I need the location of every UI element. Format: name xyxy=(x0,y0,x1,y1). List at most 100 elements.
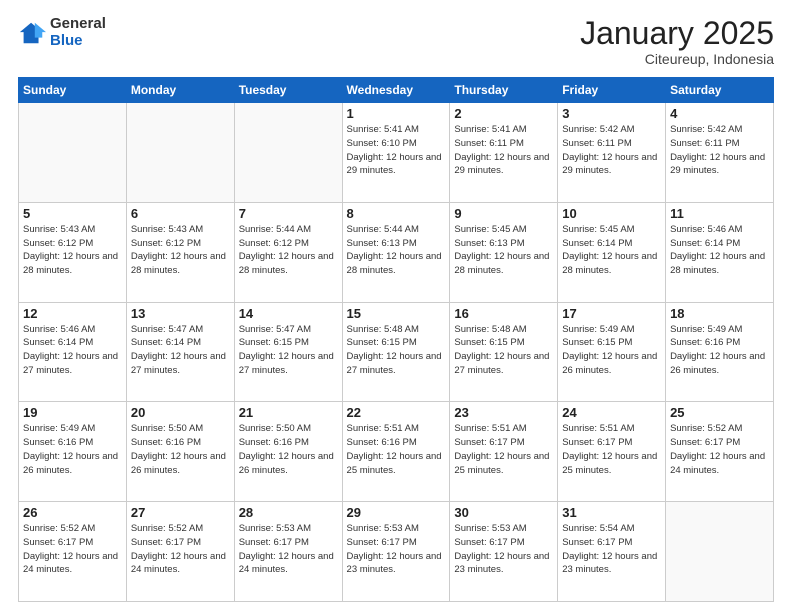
logo-general: General xyxy=(50,16,106,33)
calendar-cell: 13Sunrise: 5:47 AM Sunset: 6:14 PM Dayli… xyxy=(126,302,234,402)
calendar-cell: 5 Sunrise: 5:43 AM Sunset: 6:12 PM Daylig… xyxy=(19,202,127,302)
week-row-4: 19 Sunrise: 5:49 AM Sunset: 6:16 PM Dayli… xyxy=(19,402,774,502)
day-number: 2 xyxy=(454,106,553,121)
calendar-cell: 11 Sunrise: 5:46 AM Sunset: 6:14 PM Dayli… xyxy=(666,202,774,302)
day-number: 27 xyxy=(131,505,230,520)
col-monday: Monday xyxy=(126,78,234,103)
day-info: Sunrise: 5:46 AM Sunset: 6:14 PM Dayligh… xyxy=(670,223,769,278)
col-thursday: Thursday xyxy=(450,78,558,103)
calendar-cell: 8 Sunrise: 5:44 AM Sunset: 6:13 PM Daylig… xyxy=(342,202,450,302)
calendar-cell: 29 Sunrise: 5:53 AM Sunset: 6:17 PM Dayli… xyxy=(342,502,450,602)
day-number: 28 xyxy=(239,505,338,520)
day-number: 17 xyxy=(562,306,661,321)
day-number: 4 xyxy=(670,106,769,121)
calendar-cell xyxy=(234,103,342,203)
calendar-table: Sunday Monday Tuesday Wednesday Thursday… xyxy=(18,77,774,602)
calendar-cell: 24 Sunrise: 5:51 AM Sunset: 6:17 PM Dayli… xyxy=(558,402,666,502)
day-number: 7 xyxy=(239,206,338,221)
day-info: Sunrise: 5:44 AM Sunset: 6:13 PM Dayligh… xyxy=(347,223,446,278)
day-number: 11 xyxy=(670,206,769,221)
calendar-cell: 2 Sunrise: 5:41 AM Sunset: 6:11 PM Daylig… xyxy=(450,103,558,203)
day-info: Sunrise: 5:53 AM Sunset: 6:17 PM Dayligh… xyxy=(454,522,553,577)
day-number: 14 xyxy=(239,306,338,321)
day-info: Sunrise: 5:52 AM Sunset: 6:17 PM Dayligh… xyxy=(670,422,769,477)
calendar-cell: 16 Sunrise: 5:48 AM Sunset: 6:15 PM Dayli… xyxy=(450,302,558,402)
day-info: Sunrise: 5:48 AM Sunset: 6:15 PM Dayligh… xyxy=(454,323,553,378)
day-number: 16 xyxy=(454,306,553,321)
day-number: 6 xyxy=(131,206,230,221)
header: General Blue January 2025 Citeureup, Ind… xyxy=(18,16,774,67)
day-number: 9 xyxy=(454,206,553,221)
calendar-cell xyxy=(19,103,127,203)
day-info: Sunrise: 5:43 AM Sunset: 6:12 PM Dayligh… xyxy=(23,223,122,278)
day-number: 19 xyxy=(23,405,122,420)
logo: General Blue xyxy=(18,16,106,49)
day-info: Sunrise: 5:51 AM Sunset: 6:16 PM Dayligh… xyxy=(347,422,446,477)
calendar-cell: 10 Sunrise: 5:45 AM Sunset: 6:14 PM Dayli… xyxy=(558,202,666,302)
calendar-cell: 12 Sunrise: 5:46 AM Sunset: 6:14 PM Dayli… xyxy=(19,302,127,402)
title-block: January 2025 Citeureup, Indonesia xyxy=(580,16,774,67)
day-number: 24 xyxy=(562,405,661,420)
calendar-cell: 22 Sunrise: 5:51 AM Sunset: 6:16 PM Dayli… xyxy=(342,402,450,502)
calendar-cell: 7 Sunrise: 5:44 AM Sunset: 6:12 PM Daylig… xyxy=(234,202,342,302)
day-info: Sunrise: 5:51 AM Sunset: 6:17 PM Dayligh… xyxy=(454,422,553,477)
day-number: 25 xyxy=(670,405,769,420)
calendar-cell: 30 Sunrise: 5:53 AM Sunset: 6:17 PM Dayli… xyxy=(450,502,558,602)
day-info: Sunrise: 5:54 AM Sunset: 6:17 PM Dayligh… xyxy=(562,522,661,577)
day-number: 23 xyxy=(454,405,553,420)
day-info: Sunrise: 5:48 AM Sunset: 6:15 PM Dayligh… xyxy=(347,323,446,378)
calendar-cell xyxy=(666,502,774,602)
calendar-cell: 15Sunrise: 5:48 AM Sunset: 6:15 PM Dayli… xyxy=(342,302,450,402)
location: Citeureup, Indonesia xyxy=(580,51,774,67)
day-number: 22 xyxy=(347,405,446,420)
calendar-cell: 14 Sunrise: 5:47 AM Sunset: 6:15 PM Dayli… xyxy=(234,302,342,402)
day-info: Sunrise: 5:52 AM Sunset: 6:17 PM Dayligh… xyxy=(131,522,230,577)
day-info: Sunrise: 5:42 AM Sunset: 6:11 PM Dayligh… xyxy=(562,123,661,178)
calendar-cell: 9Sunrise: 5:45 AM Sunset: 6:13 PM Daylig… xyxy=(450,202,558,302)
day-info: Sunrise: 5:53 AM Sunset: 6:17 PM Dayligh… xyxy=(347,522,446,577)
day-number: 5 xyxy=(23,206,122,221)
calendar-cell: 19 Sunrise: 5:49 AM Sunset: 6:16 PM Dayli… xyxy=(19,402,127,502)
day-number: 26 xyxy=(23,505,122,520)
day-number: 29 xyxy=(347,505,446,520)
month-title: January 2025 xyxy=(580,16,774,51)
day-info: Sunrise: 5:47 AM Sunset: 6:15 PM Dayligh… xyxy=(239,323,338,378)
day-number: 8 xyxy=(347,206,446,221)
day-info: Sunrise: 5:50 AM Sunset: 6:16 PM Dayligh… xyxy=(131,422,230,477)
day-info: Sunrise: 5:49 AM Sunset: 6:16 PM Dayligh… xyxy=(23,422,122,477)
calendar-cell: 31Sunrise: 5:54 AM Sunset: 6:17 PM Dayli… xyxy=(558,502,666,602)
calendar-cell: 6Sunrise: 5:43 AM Sunset: 6:12 PM Daylig… xyxy=(126,202,234,302)
calendar-cell: 27 Sunrise: 5:52 AM Sunset: 6:17 PM Dayli… xyxy=(126,502,234,602)
col-sunday: Sunday xyxy=(19,78,127,103)
day-info: Sunrise: 5:41 AM Sunset: 6:11 PM Dayligh… xyxy=(454,123,553,178)
logo-blue: Blue xyxy=(50,33,106,50)
day-info: Sunrise: 5:51 AM Sunset: 6:17 PM Dayligh… xyxy=(562,422,661,477)
day-number: 1 xyxy=(347,106,446,121)
day-number: 20 xyxy=(131,405,230,420)
week-row-5: 26 Sunrise: 5:52 AM Sunset: 6:17 PM Dayli… xyxy=(19,502,774,602)
week-row-1: 1 Sunrise: 5:41 AM Sunset: 6:10 PM Daylig… xyxy=(19,103,774,203)
day-number: 12 xyxy=(23,306,122,321)
calendar-cell: 1 Sunrise: 5:41 AM Sunset: 6:10 PM Daylig… xyxy=(342,103,450,203)
calendar-cell: 21Sunrise: 5:50 AM Sunset: 6:16 PM Dayli… xyxy=(234,402,342,502)
calendar-cell: 3Sunrise: 5:42 AM Sunset: 6:11 PM Daylig… xyxy=(558,103,666,203)
day-info: Sunrise: 5:52 AM Sunset: 6:17 PM Dayligh… xyxy=(23,522,122,577)
col-friday: Friday xyxy=(558,78,666,103)
calendar-cell: 25 Sunrise: 5:52 AM Sunset: 6:17 PM Dayli… xyxy=(666,402,774,502)
day-info: Sunrise: 5:46 AM Sunset: 6:14 PM Dayligh… xyxy=(23,323,122,378)
day-info: Sunrise: 5:41 AM Sunset: 6:10 PM Dayligh… xyxy=(347,123,446,178)
calendar-cell: 20 Sunrise: 5:50 AM Sunset: 6:16 PM Dayli… xyxy=(126,402,234,502)
calendar-cell: 23 Sunrise: 5:51 AM Sunset: 6:17 PM Dayli… xyxy=(450,402,558,502)
day-info: Sunrise: 5:49 AM Sunset: 6:16 PM Dayligh… xyxy=(670,323,769,378)
day-info: Sunrise: 5:45 AM Sunset: 6:14 PM Dayligh… xyxy=(562,223,661,278)
day-number: 21 xyxy=(239,405,338,420)
day-info: Sunrise: 5:44 AM Sunset: 6:12 PM Dayligh… xyxy=(239,223,338,278)
calendar-header-row: Sunday Monday Tuesday Wednesday Thursday… xyxy=(19,78,774,103)
col-tuesday: Tuesday xyxy=(234,78,342,103)
col-wednesday: Wednesday xyxy=(342,78,450,103)
page: General Blue January 2025 Citeureup, Ind… xyxy=(0,0,792,612)
day-number: 30 xyxy=(454,505,553,520)
logo-icon xyxy=(18,19,46,47)
day-number: 18 xyxy=(670,306,769,321)
day-number: 10 xyxy=(562,206,661,221)
